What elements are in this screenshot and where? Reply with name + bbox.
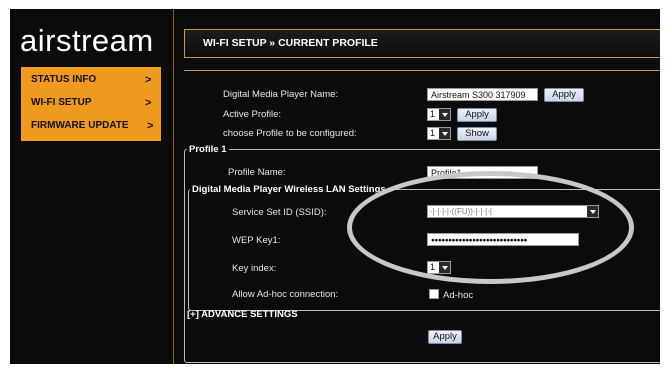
ssid-value: ·|·|·|·|·((FU))·|·|·|·| bbox=[430, 207, 492, 216]
wep-key-label: WEP Key1: bbox=[232, 235, 281, 246]
chevron-down-icon bbox=[439, 109, 450, 120]
advance-settings-toggle[interactable]: [+] ADVANCE SETTINGS bbox=[187, 309, 298, 320]
sidebar-item-firmware-update[interactable]: FIRMWARE UPDATE > bbox=[31, 120, 153, 134]
sidebar-item-label: FIRMWARE UPDATE bbox=[31, 120, 129, 131]
adhoc-checkbox[interactable] bbox=[429, 289, 439, 299]
sidebar-menu: STATUS INFO > WI-FI SETUP > FIRMWARE UPD… bbox=[21, 67, 161, 141]
apply-active-profile-button[interactable]: Apply bbox=[457, 108, 497, 122]
sidebar-item-wifi-setup[interactable]: WI-FI SETUP > bbox=[31, 97, 151, 111]
sidebar-item-label: STATUS INFO bbox=[31, 74, 97, 85]
apply-profile-button[interactable]: Apply bbox=[428, 330, 462, 344]
adhoc-label: Allow Ad-hoc connection: bbox=[232, 289, 339, 300]
router-admin-page: airstream STATUS INFO > WI-FI SETUP > FI… bbox=[10, 9, 660, 364]
ssid-select[interactable]: ·|·|·|·|·((FU))·|·|·|·| bbox=[427, 205, 599, 218]
sidebar-item-status-info[interactable]: STATUS INFO > bbox=[31, 74, 151, 88]
profile-name-label: Profile Name: bbox=[228, 167, 286, 178]
chevron-down-icon bbox=[587, 206, 598, 217]
show-profile-button[interactable]: Show bbox=[457, 127, 497, 141]
ssid-label: Service Set ID (SSID): bbox=[232, 207, 327, 218]
choose-profile-select[interactable]: 1 bbox=[427, 127, 451, 140]
sidebar-divider bbox=[173, 9, 174, 364]
chevron-right-icon: > bbox=[145, 97, 152, 109]
airstream-logo: airstream bbox=[20, 23, 154, 58]
choose-profile-value: 1 bbox=[430, 128, 436, 138]
profile-legend: Profile 1 bbox=[187, 144, 229, 155]
player-name-field[interactable]: Airstream S300 317909 bbox=[427, 88, 538, 101]
page-header: WI-FI SETUP » CURRENT PROFILE bbox=[184, 29, 660, 58]
adhoc-option-label: Ad-hoc bbox=[443, 290, 474, 301]
page-title: WI-FI SETUP » CURRENT PROFILE bbox=[203, 37, 378, 49]
key-index-value: 1 bbox=[430, 262, 436, 272]
profile-name-field[interactable]: Profile1 bbox=[427, 166, 538, 179]
chevron-right-icon: > bbox=[145, 74, 152, 86]
apply-name-button[interactable]: Apply bbox=[544, 88, 584, 102]
chevron-right-icon: > bbox=[147, 120, 154, 132]
active-profile-value: 1 bbox=[430, 109, 436, 119]
key-index-label: Key index: bbox=[232, 263, 277, 274]
chevron-down-icon bbox=[439, 262, 450, 273]
choose-profile-label: choose Profile to be configured: bbox=[223, 128, 357, 139]
sidebar-item-label: WI-FI SETUP bbox=[31, 97, 92, 108]
active-profile-label: Active Profile: bbox=[223, 109, 282, 120]
player-name-label: Digital Media Player Name: bbox=[223, 89, 339, 100]
header-divider bbox=[184, 70, 660, 71]
wlan-settings-legend: Digital Media Player Wireless LAN Settin… bbox=[190, 184, 388, 195]
active-profile-select[interactable]: 1 bbox=[427, 108, 451, 121]
svg-text:airstream: airstream bbox=[20, 23, 154, 58]
wep-key-field[interactable]: ●●●●●●●●●●●●●●●●●●●●●●●●●●●● bbox=[427, 233, 579, 246]
chevron-down-icon bbox=[439, 128, 450, 139]
key-index-select[interactable]: 1 bbox=[427, 261, 451, 274]
